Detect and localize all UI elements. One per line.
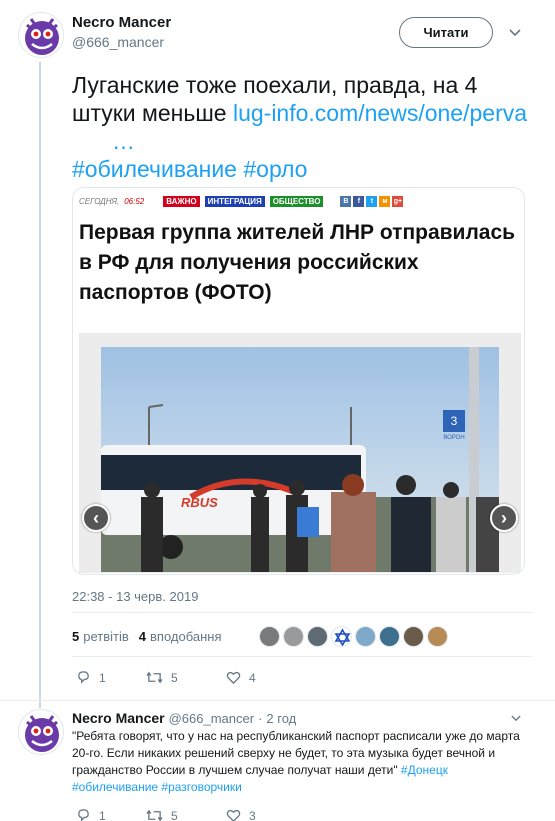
tweet-stats: 5 ретвітів 4 вподобання xyxy=(72,624,532,648)
reply-hashtag-donetsk[interactable]: #Донецк xyxy=(401,763,448,777)
reply-author-avatar[interactable] xyxy=(18,709,64,755)
reply-reply-count: 1 xyxy=(99,808,106,821)
retweets-label[interactable]: ретвітів xyxy=(83,629,129,644)
divider xyxy=(72,656,532,657)
liker-avatar[interactable] xyxy=(307,625,329,647)
chevron-down-icon[interactable] xyxy=(511,710,521,725)
reply-retweet-count: 5 xyxy=(171,808,178,821)
photo-carousel: 3 ВОРОН RBUS ‹ › xyxy=(79,333,521,573)
retweets-count[interactable]: 5 xyxy=(72,629,79,644)
tag-integration: ИНТЕГРАЦИЯ xyxy=(204,196,265,207)
retweet-icon xyxy=(146,671,163,684)
liker-avatar[interactable] xyxy=(283,625,305,647)
vk-icon: В xyxy=(340,196,352,207)
reply-count: 1 xyxy=(99,670,106,685)
reply-icon xyxy=(78,809,89,821)
chevron-left-icon[interactable]: ‹ xyxy=(82,504,110,532)
card-title: Первая группа жителей ЛНР отправилась в … xyxy=(79,221,516,304)
reply-body: "Ребята говорят, что у нас на республика… xyxy=(72,729,520,777)
tweet-actions: 1 5 4 xyxy=(76,670,286,685)
reply-like-count: 3 xyxy=(249,808,256,821)
like-button[interactable]: 4 xyxy=(226,670,286,685)
reply-icon xyxy=(78,671,89,684)
twitter-icon: t xyxy=(366,196,378,207)
chevron-right-icon[interactable]: › xyxy=(490,504,518,532)
tweet-hashtags[interactable]: #обилечивание #орло xyxy=(72,156,307,182)
reply-author-name[interactable]: Necro Mancer xyxy=(72,710,165,726)
reply-separator: · xyxy=(258,711,263,726)
author-handle[interactable]: @666_mancer xyxy=(72,34,164,52)
liker-avatars xyxy=(259,625,449,647)
heart-icon xyxy=(226,809,241,821)
divider xyxy=(0,700,555,701)
liker-avatar[interactable] xyxy=(403,625,425,647)
reply-author-handle[interactable]: @666_mancer xyxy=(169,711,254,726)
tweet-link-ellipsis[interactable]: … xyxy=(112,128,135,154)
social-share-icons: В f t м g+ xyxy=(340,196,404,207)
retweet-button[interactable]: 5 xyxy=(146,670,206,685)
reply-time[interactable]: 2 год xyxy=(266,711,296,726)
facebook-icon: f xyxy=(353,196,365,207)
thread-line xyxy=(39,62,41,708)
bus-brand: RBUS xyxy=(181,495,218,510)
liker-avatar[interactable] xyxy=(331,625,353,647)
card-meta-row: СЕГОДНЯ, 06:52 ВАЖНО ИНТЕГРАЦИЯ ОБЩЕСТВО… xyxy=(79,196,404,207)
heart-icon xyxy=(226,671,241,685)
likes-label[interactable]: вподобання xyxy=(150,629,221,644)
retweet-button[interactable]: 5 xyxy=(146,808,206,821)
retweet-icon xyxy=(146,809,163,821)
author-name[interactable]: Necro Mancer xyxy=(72,14,171,32)
mail-icon: м xyxy=(379,196,391,207)
tweet-text: Луганские тоже поехали, правда, на 4 шту… xyxy=(72,71,532,183)
road-sign-number: 3 xyxy=(451,414,458,428)
like-button[interactable]: 3 xyxy=(226,808,286,821)
reply-header: Necro Mancer @666_mancer · 2 год xyxy=(72,710,296,726)
reply-actions: 1 5 3 xyxy=(76,808,286,821)
likes-count[interactable]: 4 xyxy=(139,629,146,644)
link-preview-card[interactable]: СЕГОДНЯ, 06:52 ВАЖНО ИНТЕГРАЦИЯ ОБЩЕСТВО… xyxy=(72,187,525,575)
card-photo: 3 ВОРОН RBUS xyxy=(101,347,499,572)
divider xyxy=(72,612,532,613)
like-count: 4 xyxy=(249,670,256,685)
reply-button[interactable]: 1 xyxy=(76,808,136,821)
tweet-link[interactable]: lug-info.com/news/one/perva xyxy=(233,100,527,126)
tag-important: ВАЖНО xyxy=(163,196,200,207)
retweet-count: 5 xyxy=(171,670,178,685)
tag-society: ОБЩЕСТВО xyxy=(269,196,324,207)
liker-avatar[interactable] xyxy=(379,625,401,647)
reply-text: "Ребята говорят, что у нас на республика… xyxy=(72,728,534,796)
liker-avatar[interactable] xyxy=(355,625,377,647)
liker-avatar[interactable] xyxy=(259,625,281,647)
follow-button[interactable]: Читати xyxy=(399,17,493,48)
reply-button[interactable]: 1 xyxy=(76,670,136,685)
card-time: 06:52 xyxy=(124,197,145,206)
reply-hashtags[interactable]: #обилечивание #разговорчики xyxy=(72,780,242,794)
card-date: СЕГОДНЯ, xyxy=(79,197,120,206)
google-plus-icon: g+ xyxy=(392,196,404,207)
liker-avatar[interactable] xyxy=(427,625,449,647)
chevron-down-icon[interactable] xyxy=(509,24,521,40)
author-avatar[interactable] xyxy=(18,12,64,58)
road-sign-text: ВОРОН xyxy=(443,435,464,441)
tweet-timestamp[interactable]: 22:38 - 13 черв. 2019 xyxy=(72,589,198,604)
